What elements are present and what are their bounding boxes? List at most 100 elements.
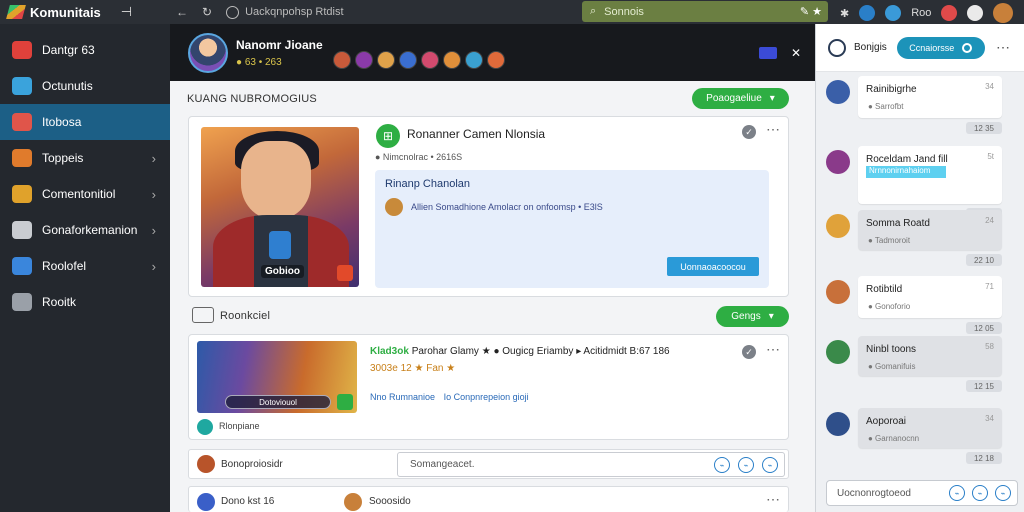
sidebar-item-label: Octunutis (42, 79, 93, 93)
check-icon[interactable]: ✓ (742, 125, 756, 139)
chat-time: 24 (985, 216, 994, 225)
member-avatar[interactable] (420, 50, 439, 69)
chat-bubble[interactable]: Rainibigrhe 34 ● Sarrofbt (858, 76, 1002, 118)
sidebar-item[interactable]: Rooitk (0, 284, 170, 320)
main-content: Nanomr Jioane ● 63 • 263 ✕ KUANG NUBROMO… (170, 24, 815, 512)
attach-icon[interactable]: ⌁ (714, 457, 730, 473)
footer-icon (197, 419, 213, 435)
chat-filter-button[interactable]: Ccnaiorsse (896, 36, 985, 59)
member-avatar[interactable] (398, 50, 417, 69)
chat-sender: Ninbl toons (866, 344, 917, 355)
post-meta: ● Nimcnolrac • 2616S (375, 152, 463, 162)
chat-bubble[interactable]: Aoporoai 34 ● Garnanocnn (858, 408, 1002, 448)
sidebar-item[interactable]: Octunutis (0, 68, 170, 104)
chat-input[interactable]: Uocnonrogtoeod ⌁ ⌁ ⌁ (826, 480, 1018, 506)
twitter-icon[interactable] (885, 5, 902, 21)
extension-icon[interactable] (967, 5, 984, 21)
sidebar-item[interactable]: Roolofel › (0, 248, 170, 284)
more-options-icon[interactable]: ⋯ (766, 341, 781, 358)
chat-sender: Aoporoai (866, 416, 907, 427)
messenger-icon[interactable] (859, 5, 876, 21)
discord-icon[interactable] (758, 46, 777, 59)
sidebar-item[interactable]: Comentonitiol › (0, 176, 170, 212)
sidebar-item-label: Comentonitiol (42, 187, 116, 201)
chat-meta: ● Gomanifuis (868, 362, 916, 371)
chat-bubble[interactable]: Rotibtild 71 ● Gonoforio (858, 276, 1002, 318)
apps-icon (12, 257, 32, 275)
notification-icon[interactable] (941, 5, 958, 21)
more-options-icon[interactable]: ⋯ (766, 121, 781, 138)
section-title: Roonkciel (220, 310, 271, 322)
commenter-avatar (197, 455, 215, 473)
chat-avatar[interactable] (826, 80, 850, 104)
view-link-button[interactable]: Uonnaoacoocou (667, 257, 759, 276)
emoji-icon[interactable]: ⌁ (972, 485, 988, 501)
app-brand[interactable]: Komunitais ⊣ (0, 4, 170, 20)
chat-meta: ● Gonoforio (868, 302, 911, 311)
send-icon[interactable]: ⌁ (995, 485, 1011, 501)
chat-bubble[interactable]: Somma Roatd 24 ● Tadmoroit (858, 210, 1002, 250)
send-icon[interactable]: ⌁ (762, 457, 778, 473)
address-bar[interactable]: Uackqnpohsp Rtdist (226, 5, 566, 19)
reload-icon[interactable]: ↻ (202, 5, 212, 19)
sidebar-item[interactable]: Itobosa (0, 104, 170, 140)
post-title[interactable]: Ronanner Camen Nlonsia (407, 127, 545, 141)
sidebar-item-label: Roolofel (42, 259, 87, 273)
section-action-button[interactable]: Gengs ▾ (716, 306, 789, 327)
chat-avatar[interactable] (826, 340, 850, 364)
comment-row: Dono kst 16 Sooosido ⋯ (188, 486, 789, 512)
game-banner-image[interactable]: Dotoviouol (197, 341, 357, 413)
sidebar-item[interactable]: Dantgr 63 (0, 32, 170, 68)
info-title: Rinanp Chanolan (385, 178, 471, 190)
puzzle-icon[interactable]: ✱ (840, 7, 849, 20)
app-window: Komunitais ⊣ ← ↻ Uackqnpohsp Rtdist ⌕ So… (0, 0, 1024, 512)
emoji-icon[interactable]: ⌁ (738, 457, 754, 473)
more-options-icon[interactable]: ⋯ (766, 491, 781, 508)
check-icon[interactable]: ✓ (742, 345, 756, 359)
member-avatar[interactable] (442, 50, 461, 69)
info-box: Rinanp Chanolan Allien Somadhione Amolac… (375, 170, 769, 288)
commenter-name: Bonoproiosidr (221, 459, 283, 470)
attach-icon[interactable]: ⌁ (949, 485, 965, 501)
character-image[interactable]: Gobioo (201, 127, 359, 287)
search-input[interactable]: ⌕ Sonnois ✎ ★ (582, 1, 828, 22)
chat-avatar[interactable] (826, 214, 850, 238)
member-avatar[interactable] (486, 50, 505, 69)
member-avatar[interactable] (332, 50, 351, 69)
sidebar-item[interactable]: Toppeis › (0, 140, 170, 176)
more-options-icon[interactable]: ⋯ (996, 39, 1010, 56)
member-avatar[interactable] (376, 50, 395, 69)
chat-sender: Rotibtild (866, 284, 903, 295)
member-avatar[interactable] (464, 50, 483, 69)
image-caption: Dotoviouol (225, 395, 331, 409)
chat-sender: Somma Roatd (866, 218, 930, 229)
comment-row: Bonoproiosidr Somangeacet. ⌁ ⌁ ⌁ (188, 449, 789, 479)
profile-avatar[interactable] (993, 3, 1014, 23)
chevron-right-icon: › (151, 150, 156, 166)
close-icon[interactable]: ✕ (791, 46, 801, 60)
post-tag[interactable]: Nno Rumnanioe (370, 392, 435, 402)
sidebar-item[interactable]: Gonaforkemanion › (0, 212, 170, 248)
chat-filter-label: Ccnaiorsse (909, 42, 955, 53)
toggle-icon (962, 42, 973, 53)
app-title: Komunitais (30, 4, 101, 20)
post-tag[interactable]: Io Conpnrepeion gioji (444, 392, 529, 402)
chat-avatar[interactable] (826, 150, 850, 174)
bookmark-star-icon[interactable]: ✎ ★ (800, 5, 822, 18)
chevron-right-icon: › (151, 186, 156, 202)
back-icon[interactable]: ← (176, 5, 188, 19)
chat-meta: ● Sarrofbt (868, 102, 904, 111)
chat-avatar[interactable] (826, 412, 850, 436)
section-action-button[interactable]: Poaogaeliue ▾ (692, 88, 789, 109)
profile-avatar-large[interactable] (188, 32, 228, 73)
chat-bubble[interactable]: Ninbl toons 58 ● Gomanifuis (858, 336, 1002, 376)
chat-time: 71 (985, 282, 994, 291)
dashboard-icon (12, 41, 32, 59)
pin-icon[interactable]: ⊣ (121, 4, 132, 20)
post-headline[interactable]: Parohar Glamy ★ ● Ougicg Eriamby ▸ Aciti… (412, 346, 670, 357)
chat-bubble[interactable]: Roceldam Jand fill 5t Nrnnonirnahaiom (858, 146, 1002, 204)
chat-avatar[interactable] (826, 280, 850, 304)
flag-icon[interactable] (337, 265, 353, 281)
member-avatar[interactable] (354, 50, 373, 69)
sidebar-item-label: Itobosa (42, 115, 82, 129)
